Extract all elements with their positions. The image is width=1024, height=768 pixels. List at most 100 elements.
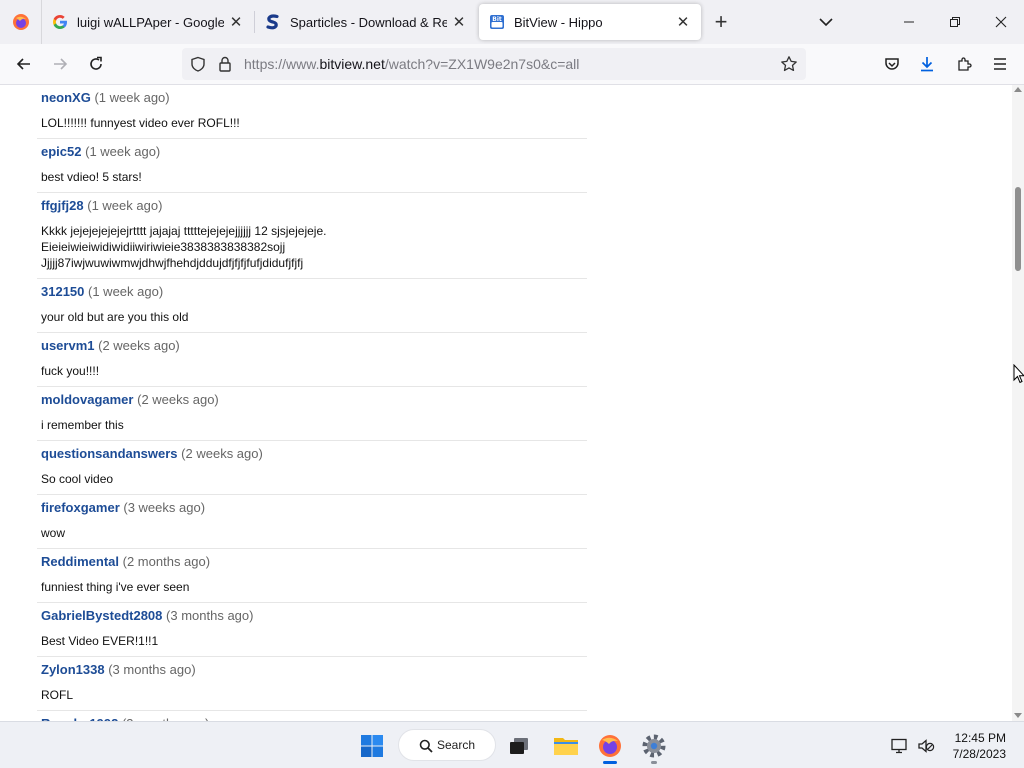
comment-age: (1 week ago) [87,198,163,213]
comment-text: wow [41,526,66,540]
file-explorer-button[interactable] [546,728,586,764]
firefox-icon [599,735,621,757]
tab-label: luigi wALLPAper - Google Searc [77,14,224,30]
tab-label: Sparticles - Download & Review [290,14,447,30]
comment-header: 312150 (1 week ago) [41,283,587,305]
tab-google-search[interactable]: luigi wALLPAper - Google Searc ✕ [42,4,254,40]
scrollbar-thumb[interactable] [1015,187,1021,271]
comment-item: Reddimental (2 months ago) funniest thing… [37,549,587,603]
new-tab-button[interactable]: + [701,0,741,44]
firefox-icon [12,14,29,30]
list-all-tabs-button[interactable] [810,0,842,44]
tab-bitview[interactable]: Bit BitView - Hippo ✕ [479,4,701,40]
minimize-button[interactable] [886,0,932,44]
comment-text: So cool video [41,472,114,486]
comment-username-link[interactable]: 312150 [41,284,84,299]
comment-header: neonXG (1 week ago) [41,89,587,111]
settings-taskbar-button[interactable] [634,728,674,764]
extensions-button[interactable] [948,48,980,80]
page-content: neonXG (1 week ago) LOL!!!!!!! funnyest v… [0,85,1012,721]
comment-text: LOL!!!!!!! funnyest video ever ROFL!!! [41,116,240,130]
comment-age: (3 weeks ago) [123,500,206,515]
comment-username-link[interactable]: Reddimental [41,554,119,569]
firefox-view-button[interactable] [0,0,42,44]
scroll-down-arrow-icon[interactable] [1014,713,1022,718]
start-button[interactable] [352,728,392,764]
task-view-button[interactable] [499,728,539,764]
tab-strip: luigi wALLPAper - Google Searc ✕ Spartic… [0,0,1024,44]
comment-item: questionsandanswers (2 weeks ago) So cool… [37,441,587,495]
close-icon [995,16,1007,28]
folder-icon [554,738,578,755]
lock-icon[interactable] [218,56,232,72]
comment-username-link[interactable]: moldovagamer [41,392,133,407]
comment-username-link[interactable]: Zylon1338 [41,662,105,677]
hamburger-menu-icon [994,58,1006,70]
comment-item: epic52 (1 week ago) best vdieo! 5 stars! [37,139,587,193]
bookmark-star-icon[interactable] [780,55,798,73]
close-window-button[interactable] [978,0,1024,44]
restore-icon [950,17,960,27]
tracking-protection-shield-icon[interactable] [190,56,206,72]
scroll-up-arrow-icon[interactable] [1014,87,1022,92]
comment-username-link[interactable]: questionsandanswers [41,446,178,461]
url-text[interactable]: https://www.bitview.net/watch?v=ZX1W9e2n… [244,56,579,72]
comment-age: (1 week ago) [88,284,164,299]
chevron-down-icon [819,18,833,27]
comment-age: (1 week ago) [85,144,161,159]
comment-username-link[interactable]: ffgjfj28 [41,198,84,213]
download-icon [921,57,933,72]
bitview-icon: Bit [490,15,504,29]
comment-text: ROFL [41,688,74,702]
comment-username-link[interactable]: epic52 [41,144,81,159]
running-app-indicator [651,761,657,764]
vertical-scrollbar[interactable] [1012,85,1024,721]
taskbar-search[interactable]: Search [398,729,496,761]
comment-text: your old but are you this old [41,310,189,324]
browser-window: luigi wALLPAper - Google Searc ✕ Spartic… [0,0,1024,768]
firefox-taskbar-button[interactable] [590,728,630,764]
pocket-icon [885,58,899,70]
reload-icon [90,56,102,70]
comment-header: ffgjfj28 (1 week ago) [41,197,587,219]
tab-label: BitView - Hippo [514,14,603,30]
comment-age: (1 week ago) [94,90,170,105]
close-tab-icon[interactable]: ✕ [228,14,244,31]
svg-text:Bit: Bit [492,16,502,23]
speaker-muted-icon [918,739,935,753]
comment-item: uservm1 (2 weeks ago) fuck you!!!! [37,333,587,387]
gear-icon [642,734,666,758]
system-clock[interactable]: 12:45 PM 7/28/2023 [953,730,1006,762]
address-bar[interactable]: https://www.bitview.net/watch?v=ZX1W9e2n… [182,48,806,80]
google-icon [53,15,67,29]
comment-username-link[interactable]: GabrielBystedt2808 [41,608,162,623]
close-tab-icon[interactable]: ✕ [451,14,467,31]
comment-header: questionsandanswers (2 weeks ago) [41,445,587,467]
tab-sparticles[interactable]: Sparticles - Download & Review ✕ [255,4,477,40]
navigation-toolbar: https://www.bitview.net/watch?v=ZX1W9e2n… [0,44,1024,85]
reload-button[interactable] [80,48,112,80]
search-label: Search [437,738,476,752]
restore-button[interactable] [932,0,978,44]
pocket-button[interactable] [876,48,908,80]
comment-item: Regular1992 (3 months ago) [37,711,587,721]
comment-header: Reddimental (2 months ago) [41,553,587,575]
close-tab-icon[interactable]: ✕ [675,14,691,31]
comment-username-link[interactable]: neonXG [41,90,91,105]
comments-list: neonXG (1 week ago) LOL!!!!!!! funnyest v… [37,85,587,721]
comment-header: moldovagamer (2 weeks ago) [41,391,587,413]
comment-text: Kkkk jejejejejejejrtttt jajajaj ttttteje… [41,224,327,270]
comment-item: 312150 (1 week ago) your old but are you … [37,279,587,333]
comment-username-link[interactable]: firefoxgamer [41,500,120,515]
volume-tray-button[interactable] [910,728,942,764]
comment-text: funniest thing i've ever seen [41,580,190,594]
app-menu-button[interactable] [984,48,1016,80]
downloads-button[interactable] [911,48,943,80]
comment-item: firefoxgamer (3 weeks ago) wow [37,495,587,549]
comment-username-link[interactable]: uservm1 [41,338,94,353]
comment-header: GabrielBystedt2808 (3 months ago) [41,607,587,629]
windows-logo-icon [361,735,383,757]
puzzle-piece-icon [958,57,972,71]
back-button[interactable] [8,48,40,80]
forward-button[interactable] [44,48,76,80]
